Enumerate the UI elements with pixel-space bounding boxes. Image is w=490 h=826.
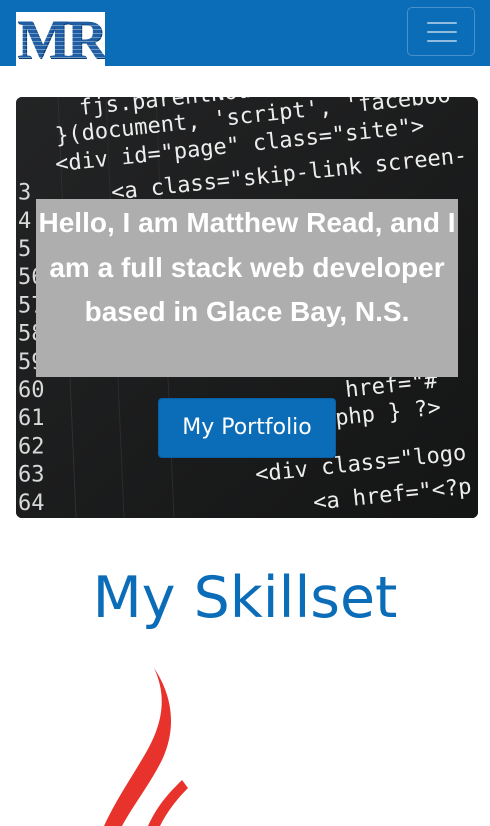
line-number: 60: [18, 378, 45, 403]
line-number: 62: [18, 434, 45, 459]
line-number: 5: [18, 237, 31, 262]
site-logo[interactable]: MR: [16, 12, 105, 66]
java-flame-icon: [104, 668, 188, 826]
logo-text: MR: [17, 12, 105, 66]
hero-banner: fjs.parentNode.inse}(document, 'script',…: [16, 97, 478, 518]
hero-caption: Hello, I am Matthew Read, and I am a ful…: [36, 199, 458, 377]
line-number: 61: [18, 406, 45, 431]
line-number: 64: [18, 491, 45, 516]
line-number: 4: [18, 209, 31, 234]
line-number: 3: [18, 181, 31, 206]
skillset-title: My Skillset: [92, 565, 398, 631]
line-number: 63: [18, 463, 45, 488]
portfolio-button[interactable]: My Portfolio: [158, 398, 336, 458]
navbar: MR: [0, 0, 490, 66]
menu-toggle-button[interactable]: [407, 7, 475, 56]
